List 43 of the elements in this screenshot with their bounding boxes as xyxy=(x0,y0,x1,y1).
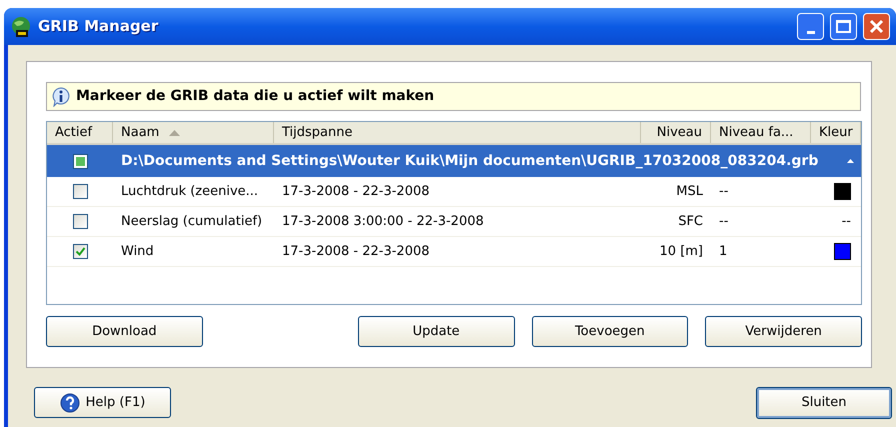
window-title: GRIB Manager xyxy=(38,16,158,38)
table-cell-text: 1 xyxy=(718,242,728,261)
table-cell-text: 17-3-2008 - 22-3-2008 xyxy=(281,182,431,201)
column-header[interactable]: Niveau xyxy=(641,122,711,143)
table-cell-text: -- xyxy=(718,182,730,201)
collapse-icon[interactable] xyxy=(847,159,854,163)
table-cell-text: 17-3-2008 - 22-3-2008 xyxy=(281,242,431,261)
column-header[interactable]: Tijdspanne xyxy=(274,122,641,143)
action-button[interactable]: Download xyxy=(46,316,203,347)
color-swatch[interactable] xyxy=(834,183,851,200)
table-cell-text: 10 [m] xyxy=(658,242,704,261)
close-button[interactable] xyxy=(863,13,890,40)
table-cell-text: 17-3-2008 3:00:00 - 22-3-2008 xyxy=(281,212,485,231)
column-header[interactable]: Niveau fa... xyxy=(711,122,811,143)
table-cell-text: -- xyxy=(842,212,851,231)
table-cell-text: Wind xyxy=(120,242,155,261)
help-button[interactable]: Help (F1) xyxy=(34,387,171,418)
color-swatch[interactable] xyxy=(834,243,851,260)
minimize-button[interactable] xyxy=(797,13,824,40)
table-cell-text: Neerslag (cumulatief) xyxy=(120,212,264,231)
file-path: D:\Documents and Settings\Wouter Kuik\Mijn documenten\UGRIB_17032008_083204.grb xyxy=(120,152,820,170)
column-header[interactable]: Naam xyxy=(121,122,160,142)
checkbox[interactable] xyxy=(72,244,88,259)
info-icon xyxy=(51,86,71,106)
action-button[interactable]: Toevoegen xyxy=(532,316,688,347)
table-cell-text: -- xyxy=(718,212,730,231)
table-cell-text: MSL xyxy=(675,182,704,201)
help-icon xyxy=(60,392,80,412)
close-dialog-button[interactable]: Sluiten xyxy=(756,387,892,419)
action-button[interactable]: Update xyxy=(358,316,514,347)
checkbox[interactable] xyxy=(72,154,88,168)
maximize-button[interactable] xyxy=(830,13,857,40)
close-icon xyxy=(869,19,884,34)
checkbox[interactable] xyxy=(72,214,88,229)
action-button[interactable]: Verwijderen xyxy=(705,316,862,347)
group-row[interactable]: D:\Documents and Settings\Wouter Kuik\Mijn documenten\UGRIB_17032008_083204.grb xyxy=(47,145,861,177)
column-header[interactable]: Kleur xyxy=(811,122,861,143)
info-message: Markeer de GRIB data die u actief wilt maken xyxy=(76,87,434,106)
table-cell-text: SFC xyxy=(677,212,704,231)
column-header[interactable]: Actief xyxy=(47,122,113,143)
checkbox[interactable] xyxy=(72,184,88,199)
globe-icon xyxy=(10,16,32,38)
table-cell-text: Luchtdruk (zeenive... xyxy=(120,182,260,201)
